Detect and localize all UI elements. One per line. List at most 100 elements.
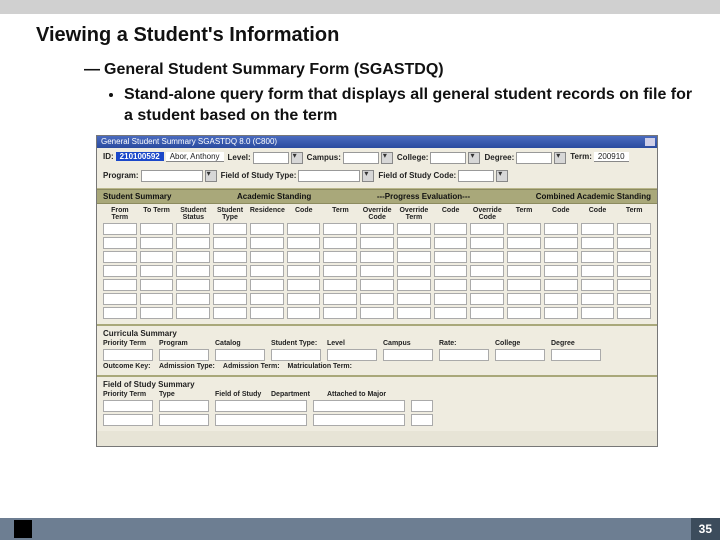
grid-cell[interactable] bbox=[507, 251, 541, 263]
grid-cell[interactable] bbox=[544, 237, 578, 249]
grid-cell[interactable] bbox=[287, 251, 321, 263]
grid-cell[interactable] bbox=[213, 237, 247, 249]
grid-cell[interactable] bbox=[470, 251, 504, 263]
grid-cell[interactable] bbox=[323, 279, 357, 291]
grid-cell[interactable] bbox=[103, 237, 137, 249]
grid-cell[interactable] bbox=[434, 251, 468, 263]
fos-cell[interactable] bbox=[411, 414, 433, 426]
grid-cell[interactable] bbox=[507, 237, 541, 249]
id-value[interactable]: 210100592 bbox=[116, 152, 164, 161]
grid-cell[interactable] bbox=[617, 265, 651, 277]
grid-cell[interactable] bbox=[103, 223, 137, 235]
grid-cell[interactable] bbox=[617, 293, 651, 305]
grid-cell[interactable] bbox=[103, 307, 137, 319]
campus-dropdown-icon[interactable] bbox=[381, 152, 393, 164]
fos-cell[interactable] bbox=[313, 400, 405, 412]
grid-cell[interactable] bbox=[140, 265, 174, 277]
grid-cell[interactable] bbox=[507, 265, 541, 277]
grid-cell[interactable] bbox=[176, 279, 210, 291]
grid-cell[interactable] bbox=[470, 307, 504, 319]
grid-cell[interactable] bbox=[250, 293, 284, 305]
college-field[interactable] bbox=[430, 152, 466, 164]
grid-cell[interactable] bbox=[470, 279, 504, 291]
grid-cell[interactable] bbox=[140, 279, 174, 291]
fos-cell[interactable] bbox=[159, 414, 209, 426]
fos-cell[interactable] bbox=[215, 414, 307, 426]
grid-cell[interactable] bbox=[397, 251, 431, 263]
grid-cell[interactable] bbox=[176, 265, 210, 277]
fos-cell[interactable] bbox=[313, 414, 405, 426]
grid-cell[interactable] bbox=[213, 307, 247, 319]
grid-cell[interactable] bbox=[360, 251, 394, 263]
grid-cell[interactable] bbox=[103, 251, 137, 263]
grid-cell[interactable] bbox=[140, 307, 174, 319]
program-field[interactable] bbox=[141, 170, 203, 182]
grid-cell[interactable] bbox=[617, 279, 651, 291]
grid-cell[interactable] bbox=[544, 251, 578, 263]
fos-cell[interactable] bbox=[215, 400, 307, 412]
curric-cell[interactable] bbox=[327, 349, 377, 361]
fos-cell[interactable] bbox=[103, 400, 153, 412]
grid-cell[interactable] bbox=[397, 237, 431, 249]
grid-cell[interactable] bbox=[176, 237, 210, 249]
grid-cell[interactable] bbox=[434, 293, 468, 305]
fos-cell[interactable] bbox=[159, 400, 209, 412]
grid-cell[interactable] bbox=[103, 293, 137, 305]
grid-cell[interactable] bbox=[397, 223, 431, 235]
grid-cell[interactable] bbox=[434, 265, 468, 277]
grid-cell[interactable] bbox=[323, 237, 357, 249]
grid-cell[interactable] bbox=[470, 223, 504, 235]
grid-cell[interactable] bbox=[581, 279, 615, 291]
grid-cell[interactable] bbox=[544, 279, 578, 291]
grid-cell[interactable] bbox=[287, 307, 321, 319]
grid-cell[interactable] bbox=[581, 251, 615, 263]
grid-cell[interactable] bbox=[397, 265, 431, 277]
grid-cell[interactable] bbox=[544, 307, 578, 319]
grid-cell[interactable] bbox=[581, 307, 615, 319]
grid-cell[interactable] bbox=[250, 251, 284, 263]
grid-cell[interactable] bbox=[617, 237, 651, 249]
grid-cell[interactable] bbox=[323, 293, 357, 305]
grid-cell[interactable] bbox=[140, 293, 174, 305]
grid-cell[interactable] bbox=[360, 279, 394, 291]
grid-cell[interactable] bbox=[397, 307, 431, 319]
grid-cell[interactable] bbox=[581, 293, 615, 305]
grid-cell[interactable] bbox=[544, 265, 578, 277]
grid-cell[interactable] bbox=[213, 293, 247, 305]
grid-cell[interactable] bbox=[507, 279, 541, 291]
foscode-field[interactable] bbox=[458, 170, 494, 182]
grid-cell[interactable] bbox=[287, 223, 321, 235]
foscode-dropdown-icon[interactable] bbox=[496, 170, 508, 182]
grid-cell[interactable] bbox=[397, 293, 431, 305]
grid-cell[interactable] bbox=[176, 251, 210, 263]
degree-field[interactable] bbox=[516, 152, 552, 164]
grid-cell[interactable] bbox=[544, 293, 578, 305]
grid-cell[interactable] bbox=[287, 293, 321, 305]
fos-cell[interactable] bbox=[411, 400, 433, 412]
fos-cell[interactable] bbox=[103, 414, 153, 426]
grid-cell[interactable] bbox=[287, 265, 321, 277]
grid-cell[interactable] bbox=[507, 293, 541, 305]
grid-cell[interactable] bbox=[470, 293, 504, 305]
grid-cell[interactable] bbox=[434, 279, 468, 291]
program-dropdown-icon[interactable] bbox=[205, 170, 217, 182]
grid-cell[interactable] bbox=[434, 223, 468, 235]
grid-cell[interactable] bbox=[287, 237, 321, 249]
grid-cell[interactable] bbox=[434, 307, 468, 319]
grid-cell[interactable] bbox=[176, 307, 210, 319]
curric-cell[interactable] bbox=[215, 349, 265, 361]
curric-cell[interactable] bbox=[551, 349, 601, 361]
grid-cell[interactable] bbox=[544, 223, 578, 235]
grid-cell[interactable] bbox=[360, 237, 394, 249]
grid-cell[interactable] bbox=[323, 251, 357, 263]
grid-cell[interactable] bbox=[213, 223, 247, 235]
curric-cell[interactable] bbox=[103, 349, 153, 361]
degree-dropdown-icon[interactable] bbox=[554, 152, 566, 164]
grid-cell[interactable] bbox=[507, 223, 541, 235]
curric-cell[interactable] bbox=[271, 349, 321, 361]
grid-cell[interactable] bbox=[581, 237, 615, 249]
grid-cell[interactable] bbox=[213, 251, 247, 263]
grid-cell[interactable] bbox=[250, 307, 284, 319]
curric-cell[interactable] bbox=[383, 349, 433, 361]
grid-cell[interactable] bbox=[360, 307, 394, 319]
